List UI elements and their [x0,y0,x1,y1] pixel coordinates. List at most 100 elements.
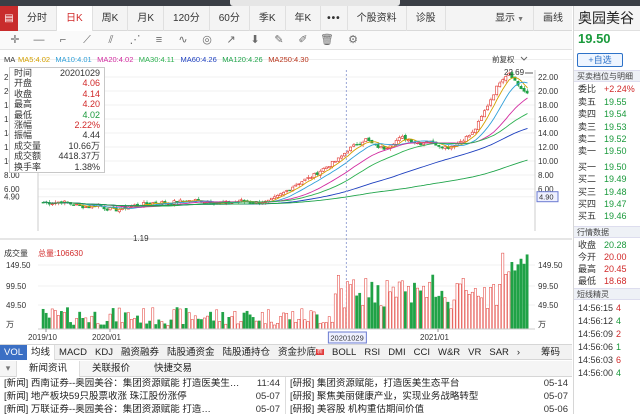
tab-related-quotes[interactable]: 关联报价 [80,361,142,377]
news-item[interactable]: [新闻] 地产板块59只股票收涨 珠江股份涨停 05-07 [4,391,282,403]
volume-bar [215,309,219,330]
candle-body [327,166,331,169]
tab-company-profile[interactable]: 个股资料 [348,5,407,31]
info-label: 最高 [14,99,33,110]
tab-vr[interactable]: VR [464,345,485,360]
tab-more[interactable]: ••• [321,5,348,31]
tab-weekly-k[interactable]: 周K [93,5,129,31]
pencil-icon[interactable]: ✎ [272,33,286,47]
chip-distribution-button[interactable]: 筹码 [537,345,572,360]
parallel-line-icon[interactable]: ⫽ [104,33,118,47]
display-menu[interactable]: 显示 ▼ [486,5,534,31]
tab-boll[interactable]: BOLL [328,345,360,360]
volume-bar [178,308,182,330]
news-item[interactable]: [新闻] 西南证券--奥园美谷：集团资源赋能 打造医美生… 11:44 [4,378,282,390]
tab-dmi[interactable]: DMI [384,345,409,360]
orderbook-title: 买卖档位与明细 [574,70,640,82]
news-item[interactable]: [研报] 聚焦美丽健康产业，实现业务战略转型 05-07 [290,391,570,403]
ask-level[interactable]: 卖三 19.53 [574,121,640,133]
channel-icon[interactable]: ⋰ [128,33,142,47]
draw-line-button[interactable]: 画线 [534,6,572,31]
add-watchlist-button[interactable]: +自选 [577,53,623,67]
fibonacci-icon[interactable]: ≡ [152,33,166,47]
tab-cci[interactable]: CCI [410,345,434,360]
news-item[interactable]: [研报] 美容股 机构重估期间价值 05-06 [290,404,570,414]
app-logo-icon[interactable]: ▤ [0,5,18,31]
tab-northbound-flow[interactable]: 陆股通资金 [163,345,219,360]
circle-icon[interactable]: ◎ [200,33,214,47]
tick-row[interactable]: 14:56:09 2 [574,328,640,340]
brush-icon[interactable]: ✐ [296,33,310,47]
ask-level[interactable]: 卖一 19.50 [574,145,640,157]
tab-sar[interactable]: SAR [485,345,513,360]
news-divider [285,377,286,414]
tick-row[interactable]: 14:56:15 4 [574,302,640,314]
volume-bar [44,312,48,330]
volume-bar [437,295,441,330]
trend-line-icon[interactable]: ⟋ [80,33,94,47]
news-item[interactable]: [新闻] 万联证券--奥园美谷：集团资源赋能 打造… 05-07 [4,404,282,414]
candle-body [379,146,383,149]
tick-row[interactable]: 14:56:12 4 [574,315,640,327]
volume-bar [120,322,124,330]
tab-monthly-k[interactable]: 月K [128,5,165,31]
news-item[interactable]: [研报] 集团资源赋能，打造医美生态平台 05-14 [290,378,570,390]
tab-quarterly-k[interactable]: 季K [250,5,286,31]
tick-row[interactable]: 14:56:03 6 [574,354,640,366]
tab-macd[interactable]: MACD [55,345,91,360]
tab-ma[interactable]: 均线 [27,344,56,360]
price-tick-left: 4.90 [4,193,20,202]
candle-body [321,168,325,172]
arrow-down-icon[interactable]: ⬇ [248,33,262,47]
horizontal-line-icon[interactable]: — [32,33,46,47]
collapse-icon[interactable]: ▾ [0,361,16,376]
volume-bar [163,323,167,330]
bid-level[interactable]: 买二 19.49 [574,173,640,185]
info-row: 成交额 4418.37万 [10,151,104,161]
ray-icon[interactable]: ↗ [224,33,238,47]
rectangle-icon[interactable]: ⌐ [56,33,70,47]
volume-bar [96,323,100,330]
bid-level[interactable]: 买一 19.50 [574,161,640,173]
volume-bar [93,311,97,330]
tab-kdj[interactable]: KDJ [91,345,117,360]
tab-60min[interactable]: 60分 [210,5,250,31]
bid-level[interactable]: 买四 19.47 [574,198,640,210]
level-label: 买五 [578,211,597,222]
ask-level[interactable]: 卖四 19.54 [574,108,640,120]
tab-vol[interactable]: VOL [0,344,28,360]
candle-body [297,183,301,186]
volume-bar [245,310,249,330]
crosshair-icon[interactable]: ✛ [8,33,22,47]
tick-value: 4 [616,303,622,313]
tab-wr[interactable]: W&R [434,345,464,360]
candle-body [470,131,474,135]
ask-level[interactable]: 卖二 19.52 [574,133,640,145]
tab-time-share[interactable]: 分时 [18,5,57,31]
tab-news[interactable]: 新闻资讯 [16,360,81,377]
tab-yearly-k[interactable]: 年K [286,5,322,31]
tab-daily-k[interactable]: 日K [57,5,93,31]
tab-stock-diagnosis[interactable]: 诊股 [407,5,446,31]
wave-icon[interactable]: ∿ [176,33,190,47]
volume-bar [416,287,419,330]
tab-rsi[interactable]: RSI [360,345,384,360]
volume-bar [154,324,158,330]
tab-margin[interactable]: 融资融券 [117,345,163,360]
tick-row[interactable]: 14:56:06 1 [574,341,640,353]
tab-120min[interactable]: 120分 [164,5,210,31]
tab-bottom-fishing[interactable]: 资金抄底新 [274,345,328,360]
chevron-right-icon[interactable]: › [513,345,524,360]
delete-icon[interactable]: 🗑 [320,33,334,47]
volume-bar [419,290,422,330]
gear-icon[interactable]: ⚙ [346,33,360,47]
tick-row[interactable]: 14:56:00 4 [574,367,640,379]
tab-northbound-holding[interactable]: 陆股通持仓 [219,345,275,360]
bid-level[interactable]: 买三 19.48 [574,186,640,198]
tab-quick-trade[interactable]: 快捷交易 [142,361,204,377]
candle-body [425,141,429,143]
chevron-down-icon: ▼ [517,15,524,23]
bid-level[interactable]: 买五 19.46 [574,210,640,222]
ask-level[interactable]: 卖五 19.55 [574,96,640,108]
volume-bar [111,308,115,330]
